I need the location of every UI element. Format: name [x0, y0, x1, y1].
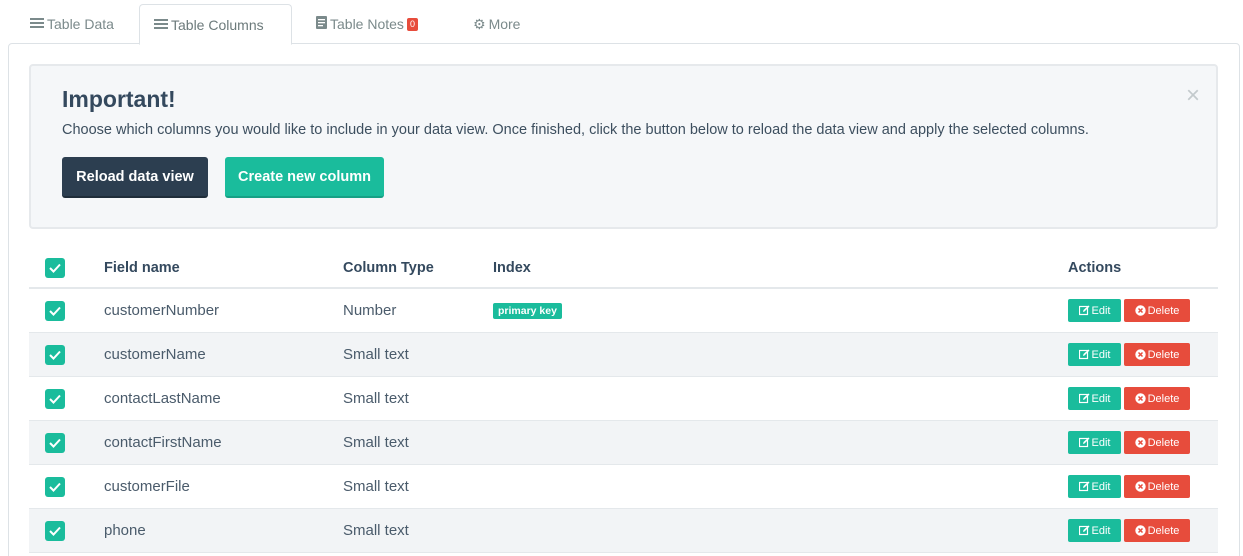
delete-label: Delete: [1147, 392, 1180, 405]
column-type: Small text: [343, 390, 409, 407]
tab-table-columns[interactable]: Table Columns: [139, 4, 292, 45]
edit-icon: [1078, 349, 1090, 360]
delete-circle-icon: [1134, 393, 1146, 404]
edit-icon: [1078, 393, 1090, 404]
check-icon: [49, 482, 61, 492]
delete-circle-icon: [1134, 349, 1146, 360]
tab-label: Table Columns: [171, 16, 264, 33]
document-icon: [316, 16, 327, 32]
header-column-type: Column Type: [343, 259, 434, 276]
delete-button[interactable]: Delete: [1124, 519, 1190, 542]
table-row: phone Small text Edit Delete: [29, 509, 1218, 553]
table-row: customerName Small text Edit Delete: [29, 333, 1218, 377]
columns-table: Field name Column Type Index Actions cus…: [29, 246, 1218, 553]
delete-circle-icon: [1134, 437, 1146, 448]
select-all-checkbox[interactable]: [45, 257, 65, 278]
row-select-checkbox[interactable]: [45, 476, 65, 497]
table-row: customerFile Small text Edit Delete: [29, 465, 1218, 509]
reload-data-view-button[interactable]: Reload data view: [62, 157, 208, 198]
field-name: phone: [104, 522, 146, 539]
tab-label: More: [488, 16, 521, 32]
delete-button[interactable]: Delete: [1124, 387, 1190, 410]
edit-label: Edit: [1091, 436, 1111, 449]
field-name: contactFirstName: [104, 434, 222, 451]
edit-button[interactable]: Edit: [1068, 387, 1121, 410]
edit-label: Edit: [1091, 348, 1111, 361]
column-type: Small text: [343, 346, 409, 363]
check-icon: [49, 394, 61, 404]
edit-button[interactable]: Edit: [1068, 299, 1121, 322]
edit-button[interactable]: Edit: [1068, 431, 1121, 454]
primary-key-badge: primary key: [493, 302, 562, 319]
edit-icon: [1078, 481, 1090, 492]
delete-button[interactable]: Delete: [1124, 475, 1190, 498]
delete-button[interactable]: Delete: [1124, 431, 1190, 454]
edit-button[interactable]: Edit: [1068, 343, 1121, 366]
delete-label: Delete: [1147, 304, 1180, 317]
edit-button[interactable]: Edit: [1068, 475, 1121, 498]
delete-button[interactable]: Delete: [1124, 343, 1190, 366]
edit-button[interactable]: Edit: [1068, 519, 1121, 542]
table-row: customerNumber Number primary key Edit Delet…: [29, 289, 1218, 333]
header-actions: Actions: [1068, 259, 1122, 276]
edit-icon: [1078, 525, 1090, 536]
check-icon: [49, 438, 61, 448]
delete-label: Delete: [1147, 480, 1180, 493]
column-type: Small text: [343, 522, 409, 539]
delete-label: Delete: [1147, 348, 1180, 361]
alert-message: Choose which columns you would like to i…: [62, 122, 1089, 138]
column-type: Small text: [343, 434, 409, 451]
row-select-checkbox[interactable]: [45, 388, 65, 409]
column-type: Small text: [343, 478, 409, 495]
close-icon[interactable]: ×: [1186, 84, 1200, 108]
row-select-checkbox[interactable]: [45, 520, 65, 541]
tab-bar: Table Data Table Columns Table Notes 0 ⚙…: [8, 4, 1240, 45]
important-alert: Important! × Choose which columns you wo…: [29, 64, 1218, 229]
delete-circle-icon: [1134, 305, 1146, 316]
notes-count-badge: 0: [406, 17, 418, 31]
check-icon: [49, 263, 61, 273]
tab-label: Table Notes: [330, 16, 404, 32]
table-row: contactLastName Small text Edit Delete: [29, 377, 1218, 421]
delete-button[interactable]: Delete: [1124, 299, 1190, 322]
edit-icon: [1078, 305, 1090, 316]
alert-title: Important!: [62, 86, 176, 112]
field-name: customerFile: [104, 478, 190, 495]
tab-table-data[interactable]: Table Data: [16, 4, 128, 44]
column-type: Number: [343, 302, 397, 319]
header-index: Index: [493, 259, 531, 276]
table-row: contactFirstName Small text Edit Delete: [29, 421, 1218, 465]
tab-more[interactable]: ⚙ More: [459, 4, 534, 44]
edit-label: Edit: [1091, 392, 1111, 405]
delete-label: Delete: [1147, 436, 1180, 449]
edit-label: Edit: [1091, 304, 1111, 317]
gear-icon: ⚙: [473, 15, 486, 32]
row-select-checkbox[interactable]: [45, 344, 65, 365]
tab-table-notes[interactable]: Table Notes 0: [302, 4, 432, 44]
field-name: contactLastName: [104, 390, 221, 407]
header-field-name: Field name: [104, 259, 180, 276]
field-name: customerName: [104, 346, 206, 363]
edit-label: Edit: [1091, 524, 1111, 537]
tab-label: Table Data: [47, 16, 114, 32]
field-name: customerNumber: [104, 302, 220, 319]
delete-circle-icon: [1134, 525, 1146, 536]
delete-label: Delete: [1147, 524, 1180, 537]
edit-icon: [1078, 437, 1090, 448]
check-icon: [49, 350, 61, 360]
edit-label: Edit: [1091, 480, 1111, 493]
table-header: Field name Column Type Index Actions: [29, 246, 1218, 289]
list-icon: [154, 17, 168, 33]
row-select-checkbox[interactable]: [45, 300, 65, 321]
row-select-checkbox[interactable]: [45, 432, 65, 453]
check-icon: [49, 306, 61, 316]
check-icon: [49, 526, 61, 536]
create-new-column-button[interactable]: Create new column: [225, 157, 384, 198]
list-icon: [30, 16, 44, 32]
delete-circle-icon: [1134, 481, 1146, 492]
